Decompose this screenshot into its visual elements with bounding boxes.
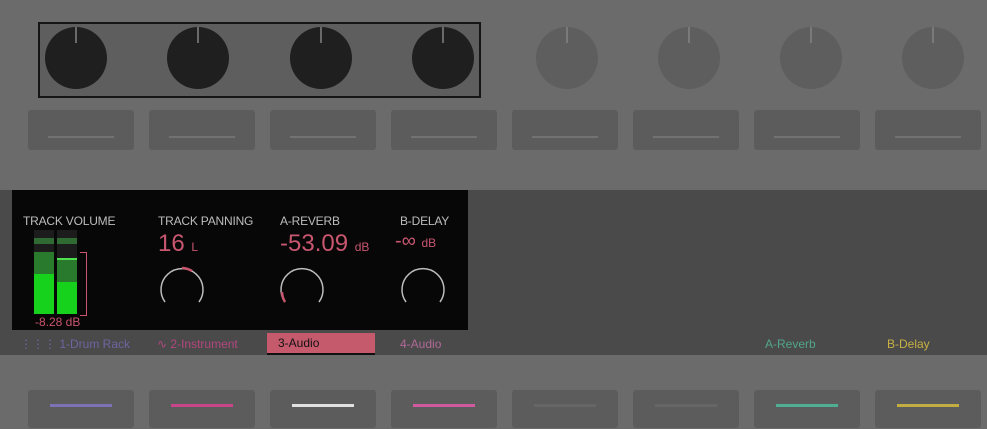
encoder-1-knob[interactable] <box>45 27 107 89</box>
track-select-button-6[interactable] <box>633 390 739 428</box>
mixer-overlay-panel: TRACK VOLUME TRACK PANNING A-REVERB B-DE… <box>12 190 468 330</box>
a-reverb-value: -53.09 dB <box>280 230 370 257</box>
track-select-button-7[interactable] <box>754 390 860 428</box>
encoder-5-knob[interactable] <box>536 27 598 89</box>
track-volume-title: TRACK VOLUME <box>23 214 116 228</box>
volume-fader-bracket <box>80 252 87 316</box>
a-reverb-title: A-REVERB <box>280 214 340 228</box>
encoder-3-knob[interactable] <box>290 27 352 89</box>
instrument-icon: ∿ <box>157 337 168 351</box>
track-select-button-3[interactable] <box>270 390 376 428</box>
track-select-button-1[interactable] <box>28 390 134 428</box>
track-volume-value: -8.28 dB <box>35 315 81 329</box>
track-label-2[interactable]: ∿ 2-Instrument <box>157 337 238 351</box>
track-label-3-text: 3-Audio <box>278 336 320 350</box>
encoder-7-knob[interactable] <box>780 27 842 89</box>
track-panning-value: 16 L <box>158 230 199 257</box>
encoder-6-knob[interactable] <box>658 27 720 89</box>
upper-button-4[interactable] <box>391 110 497 150</box>
encoder-8-knob[interactable] <box>902 27 964 89</box>
encoder-2-knob[interactable] <box>167 27 229 89</box>
track-label-3-selected[interactable]: 3-Audio <box>267 333 375 355</box>
upper-button-8[interactable] <box>875 110 981 150</box>
track-panning-title: TRACK PANNING <box>158 214 254 228</box>
encoder-4-knob[interactable] <box>412 27 474 89</box>
upper-button-5[interactable] <box>512 110 618 150</box>
track-select-button-5[interactable] <box>512 390 618 428</box>
b-delay-value: -∞ dB <box>395 230 437 252</box>
track-select-button-8[interactable] <box>875 390 981 428</box>
track-select-button-2[interactable] <box>149 390 255 428</box>
track-label-4[interactable]: 4-Audio <box>400 337 441 351</box>
b-delay-title: B-DELAY <box>400 214 450 228</box>
meter-right <box>57 230 77 314</box>
upper-button-7[interactable] <box>754 110 860 150</box>
drum-rack-icon: ⋮⋮⋮ <box>20 337 56 351</box>
track-label-a-reverb[interactable]: A-Reverb <box>765 337 816 351</box>
meter-left <box>34 230 54 314</box>
track-label-1[interactable]: ⋮⋮⋮ 1-Drum Rack <box>20 337 130 351</box>
upper-button-6[interactable] <box>633 110 739 150</box>
panning-arc[interactable] <box>157 264 207 306</box>
track-select-button-4[interactable] <box>391 390 497 428</box>
b-delay-arc[interactable] <box>398 264 448 306</box>
a-reverb-arc[interactable] <box>277 264 327 306</box>
upper-button-3[interactable] <box>270 110 376 150</box>
track-label-b-delay[interactable]: B-Delay <box>887 337 930 351</box>
upper-button-2[interactable] <box>149 110 255 150</box>
upper-button-1[interactable] <box>28 110 134 150</box>
